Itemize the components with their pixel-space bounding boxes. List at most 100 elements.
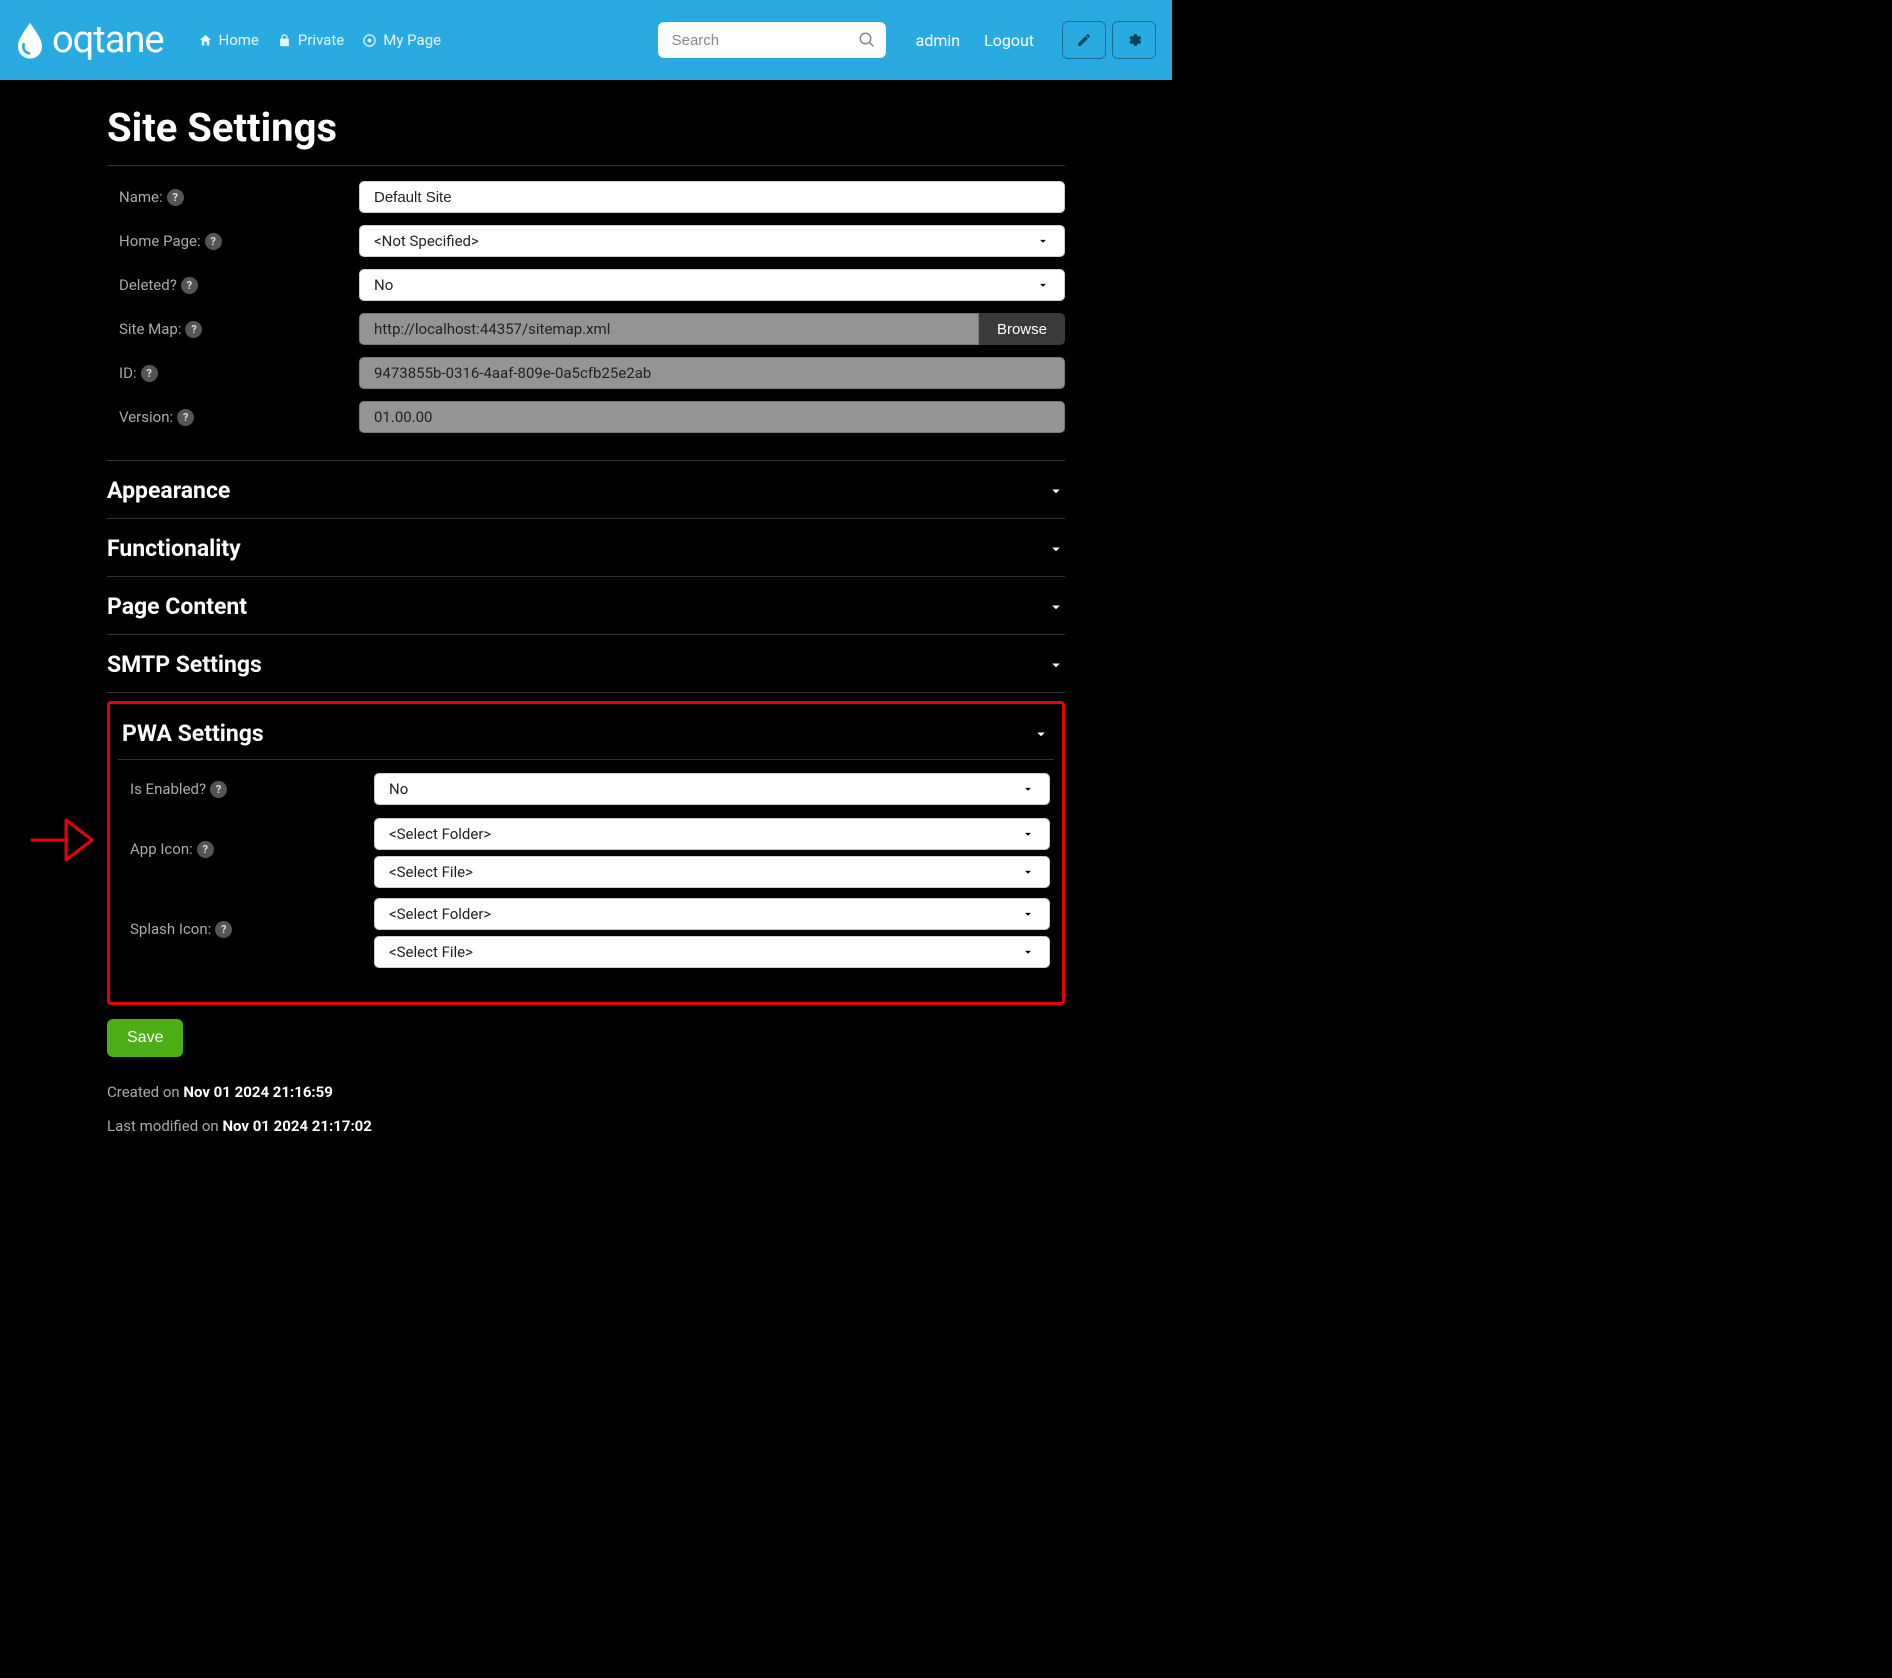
gear-icon (1126, 32, 1142, 48)
accordion-title-functionality: Functionality (107, 535, 241, 562)
label-deleted: Deleted? ? (107, 276, 359, 294)
label-pwa-app-icon: App Icon: ? (122, 840, 374, 858)
accordion-title-appearance: Appearance (107, 477, 230, 504)
chevron-down-icon (1021, 945, 1035, 959)
label-pwa-is-enabled: Is Enabled? ? (122, 780, 374, 798)
chevron-down-icon (1021, 827, 1035, 841)
pencil-icon (1076, 32, 1092, 48)
row-homepage: Home Page: ? <Not Specified> (107, 222, 1065, 260)
search-input[interactable] (658, 22, 886, 58)
row-version: Version: ? 01.00.00 (107, 398, 1065, 436)
chevron-down-icon (1032, 725, 1050, 743)
select-homepage[interactable]: <Not Specified> (359, 225, 1065, 257)
browse-button[interactable]: Browse (979, 313, 1065, 345)
select-splash-icon-file[interactable]: <Select File> (374, 936, 1050, 968)
chevron-down-icon (1036, 278, 1050, 292)
help-icon[interactable]: ? (197, 841, 214, 858)
edit-button[interactable] (1062, 21, 1106, 59)
accordion-appearance: Appearance (107, 460, 1065, 519)
label-id: ID: ? (107, 364, 359, 382)
logo-text: oqtane (52, 18, 164, 62)
accordion-page-content: Page Content (107, 577, 1065, 635)
select-pwa-is-enabled-value: No (389, 780, 408, 798)
help-icon[interactable]: ? (210, 781, 227, 798)
accordion-title-pwa: PWA Settings (122, 720, 264, 747)
select-app-icon-file[interactable]: <Select File> (374, 856, 1050, 888)
select-app-icon-file-value: <Select File> (389, 863, 473, 881)
nav-mypage-label: My Page (383, 31, 441, 49)
chevron-down-icon (1021, 782, 1035, 796)
input-sitemap: http://localhost:44357/sitemap.xml (359, 313, 979, 345)
accordion-title-smtp: SMTP Settings (107, 651, 262, 678)
lock-icon (277, 33, 292, 48)
accordion-header-appearance[interactable]: Appearance (107, 461, 1065, 518)
help-icon[interactable]: ? (167, 189, 184, 206)
input-id: 9473855b-0316-4aaf-809e-0a5cfb25e2ab (359, 357, 1065, 389)
row-pwa-app-icon: App Icon: ? <Select Folder> <Select File… (122, 814, 1050, 888)
nav-home[interactable]: Home (192, 31, 265, 49)
row-id: ID: ? 9473855b-0316-4aaf-809e-0a5cfb25e2… (107, 354, 1065, 392)
chevron-down-icon (1021, 865, 1035, 879)
save-button[interactable]: Save (107, 1019, 183, 1057)
accordion-smtp: SMTP Settings (107, 635, 1065, 693)
main-container: Site Settings Name: ? Home Page: ? <Not … (107, 80, 1065, 1135)
chevron-down-icon (1047, 482, 1065, 500)
nav-private[interactable]: Private (271, 31, 350, 49)
logo-droplet-icon (12, 20, 48, 60)
home-icon (198, 33, 213, 48)
logout-link[interactable]: Logout (984, 31, 1034, 50)
nav-links: Home Private My Page (192, 31, 448, 49)
select-homepage-value: <Not Specified> (374, 232, 479, 250)
select-app-icon-folder[interactable]: <Select Folder> (374, 818, 1050, 850)
row-name: Name: ? (107, 178, 1065, 216)
navbar: oqtane Home Private My Page admin Logout (0, 0, 1172, 80)
page-title: Site Settings (107, 104, 1065, 166)
row-deleted: Deleted? ? No (107, 266, 1065, 304)
label-pwa-splash-icon: Splash Icon: ? (122, 920, 374, 938)
modified-on: Last modified on Nov 01 2024 21:17:02 (107, 1117, 1065, 1135)
arrow-annotation-icon (30, 814, 94, 866)
chevron-down-icon (1047, 540, 1065, 558)
settings-button[interactable] (1112, 21, 1156, 59)
accordion-header-smtp[interactable]: SMTP Settings (107, 635, 1065, 692)
accordion-title-page-content: Page Content (107, 593, 247, 620)
row-sitemap: Site Map: ? http://localhost:44357/sitem… (107, 310, 1065, 348)
chevron-down-icon (1021, 907, 1035, 921)
nav-mypage[interactable]: My Page (356, 31, 447, 49)
select-splash-icon-folder[interactable]: <Select Folder> (374, 898, 1050, 930)
label-name: Name: ? (107, 188, 359, 206)
accordion-header-pwa[interactable]: PWA Settings (118, 710, 1054, 760)
search-icon[interactable] (858, 31, 876, 49)
accordion-functionality: Functionality (107, 519, 1065, 577)
pwa-body: Is Enabled? ? No App Icon: ? <S (118, 760, 1054, 968)
help-icon[interactable]: ? (181, 277, 198, 294)
search-wrap (658, 22, 886, 58)
help-icon[interactable]: ? (205, 233, 222, 250)
help-icon[interactable]: ? (177, 409, 194, 426)
right-links: admin Logout (916, 21, 1156, 59)
row-pwa-is-enabled: Is Enabled? ? No (122, 770, 1050, 808)
input-version: 01.00.00 (359, 401, 1065, 433)
select-app-icon-folder-value: <Select Folder> (389, 825, 491, 843)
chevron-down-icon (1047, 598, 1065, 616)
row-pwa-splash-icon: Splash Icon: ? <Select Folder> <Select F… (122, 894, 1050, 968)
chevron-down-icon (1036, 234, 1050, 248)
select-splash-icon-folder-value: <Select Folder> (389, 905, 491, 923)
accordion-header-functionality[interactable]: Functionality (107, 519, 1065, 576)
help-icon[interactable]: ? (215, 921, 232, 938)
select-pwa-is-enabled[interactable]: No (374, 773, 1050, 805)
select-deleted[interactable]: No (359, 269, 1065, 301)
help-icon[interactable]: ? (185, 321, 202, 338)
label-sitemap: Site Map: ? (107, 320, 359, 338)
help-icon[interactable]: ? (141, 365, 158, 382)
label-homepage: Home Page: ? (107, 232, 359, 250)
logo[interactable]: oqtane (12, 18, 164, 62)
accordion-header-page-content[interactable]: Page Content (107, 577, 1065, 634)
target-icon (362, 33, 377, 48)
chevron-down-icon (1047, 656, 1065, 674)
admin-link[interactable]: admin (916, 31, 960, 50)
select-splash-icon-file-value: <Select File> (389, 943, 473, 961)
nav-home-label: Home (219, 31, 259, 49)
input-name[interactable] (359, 181, 1065, 213)
nav-private-label: Private (298, 31, 344, 49)
